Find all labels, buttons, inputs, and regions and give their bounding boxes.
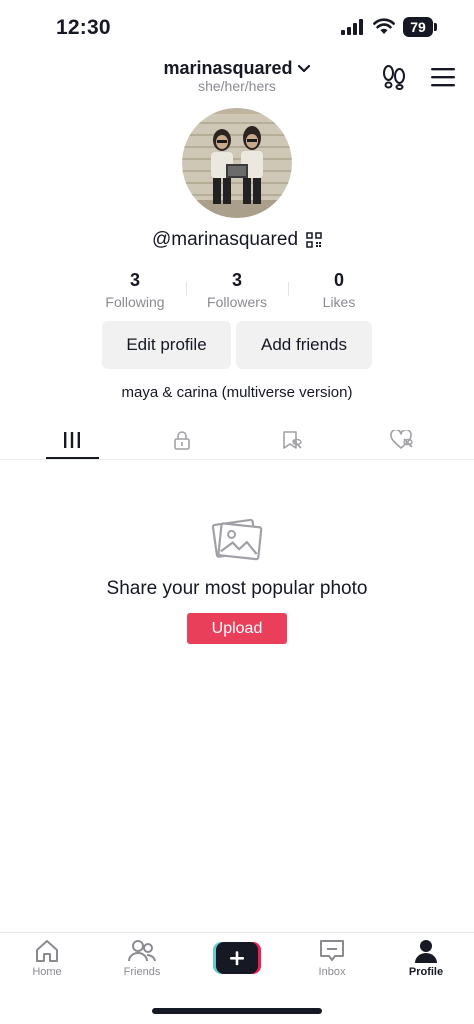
nav-label: Inbox [318,966,346,978]
profile-handle: @marinasquared [151,229,299,250]
photo-icon [211,518,263,561]
upload-button[interactable]: Upload [187,613,287,644]
create-button[interactable] [213,942,261,974]
wifi-icon [373,18,395,34]
profile-icon [415,940,437,963]
edit-profile-button[interactable]: Edit profile [102,321,231,369]
stat-label: Following [105,294,165,310]
home-indicator [152,1008,322,1014]
active-tab-indicator [46,457,99,459]
menu-icon[interactable] [430,66,456,88]
battery-level: 79 [403,17,433,37]
lock-icon [174,431,190,450]
nav-label: Home [32,966,62,978]
chevron-down-icon [297,64,310,72]
nav-label: Profile [408,966,444,978]
username-title: marinasquared [163,58,293,78]
stat-label: Likes [322,294,356,310]
profile-stats: 3 Following 3 Followers 0 Likes [0,270,474,310]
empty-state-title: Share your most popular photo [106,578,368,599]
nav-home[interactable]: Home [12,939,82,978]
nav-profile[interactable]: Profile [391,939,461,978]
status-time: 12:30 [56,16,111,39]
stat-value: 3 [129,270,140,290]
heart-icon [390,430,413,449]
avatar[interactable] [182,108,292,218]
grid-icon [64,432,80,448]
tab-videos[interactable] [13,420,131,460]
profile-bio: maya & carina (multiverse version) [121,384,353,401]
cellular-signal-icon [341,19,363,35]
tab-saved[interactable] [233,420,351,460]
stat-likes[interactable]: 0 Likes [289,270,389,310]
nav-inbox[interactable]: Inbox [297,939,367,978]
home-icon [36,940,58,962]
footprint-icon[interactable] [380,64,408,90]
add-friends-button[interactable]: Add friends [236,321,372,369]
nav-label: Friends [123,966,161,978]
nav-friends[interactable]: Friends [107,939,177,978]
stat-label: Followers [207,294,267,310]
inbox-icon [320,940,344,961]
content-tabs [0,420,474,460]
stat-value: 3 [231,270,242,290]
stat-followers[interactable]: 3 Followers [187,270,287,310]
stat-value: 0 [333,270,344,290]
bookmark-icon [283,431,302,449]
friends-icon [128,940,156,962]
battery-indicator: 79 [403,17,437,37]
tab-liked[interactable] [343,420,461,460]
status-bar: 12:30 79 [0,0,474,56]
stat-following[interactable]: 3 Following [85,270,185,310]
tab-private[interactable] [123,420,241,460]
qr-code-icon[interactable] [306,232,322,248]
